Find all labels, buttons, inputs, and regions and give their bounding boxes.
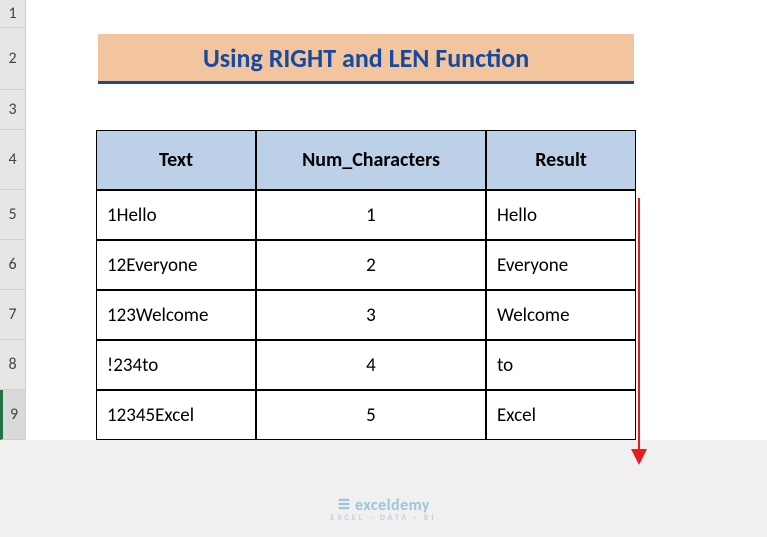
table-cell-text[interactable]: 12Everyone <box>96 240 256 290</box>
cell[interactable] <box>26 290 96 340</box>
row-header[interactable]: 5 <box>0 190 26 240</box>
watermark-tagline: EXCEL · DATA · BI <box>0 513 767 523</box>
cell[interactable] <box>96 0 256 28</box>
watermark: exceldemy EXCEL · DATA · BI <box>0 496 767 523</box>
cell[interactable] <box>256 90 486 130</box>
table-cell-result[interactable]: to <box>486 340 636 390</box>
row-header-selected[interactable]: 9 <box>0 390 26 440</box>
col-header-text[interactable]: Text <box>96 130 256 190</box>
cell[interactable] <box>256 0 486 28</box>
col-header-num[interactable]: Num_Characters <box>256 130 486 190</box>
row-header[interactable]: 1 <box>0 0 26 28</box>
table-cell-text[interactable]: 12345Excel <box>96 390 256 440</box>
row-header[interactable]: 6 <box>0 240 26 290</box>
row-header[interactable]: 3 <box>0 90 26 130</box>
autofill-arrow-icon <box>638 198 640 463</box>
cell[interactable] <box>636 90 716 130</box>
table-cell-result[interactable]: Everyone <box>486 240 636 290</box>
spreadsheet-grid: 1 2 3 4 5 6 7 8 9 Using RIGHT and LEN Fu… <box>0 0 767 440</box>
table-cell-text[interactable]: 123Welcome <box>96 290 256 340</box>
cell[interactable] <box>26 130 96 190</box>
page-title: Using RIGHT and LEN Function <box>98 34 634 84</box>
table-cell-num[interactable]: 5 <box>256 390 486 440</box>
table-cell-num[interactable]: 4 <box>256 340 486 390</box>
cell[interactable] <box>26 390 96 440</box>
cell[interactable] <box>636 290 716 340</box>
cell[interactable] <box>636 340 716 390</box>
table-cell-result[interactable]: Hello <box>486 190 636 240</box>
brand-logo-icon <box>337 497 351 511</box>
cell[interactable] <box>26 340 96 390</box>
row-header[interactable]: 2 <box>0 28 26 90</box>
cell[interactable] <box>636 130 716 190</box>
table-cell-result[interactable]: Welcome <box>486 290 636 340</box>
cell[interactable] <box>26 190 96 240</box>
table-cell-num[interactable]: 2 <box>256 240 486 290</box>
table-cell-num[interactable]: 3 <box>256 290 486 340</box>
col-header-result[interactable]: Result <box>486 130 636 190</box>
cell[interactable] <box>96 90 256 130</box>
cell[interactable] <box>26 240 96 290</box>
cell[interactable] <box>26 90 96 130</box>
table-cell-text[interactable]: !234to <box>96 340 256 390</box>
cell[interactable] <box>636 190 716 240</box>
cell[interactable] <box>26 28 96 90</box>
row-header[interactable]: 4 <box>0 130 26 190</box>
cell[interactable] <box>636 0 716 28</box>
cell[interactable] <box>636 28 716 90</box>
table-cell-result[interactable]: Excel <box>486 390 636 440</box>
row-header[interactable]: 8 <box>0 340 26 390</box>
cell[interactable] <box>636 390 716 440</box>
cell[interactable] <box>636 240 716 290</box>
table-cell-num[interactable]: 1 <box>256 190 486 240</box>
row-header[interactable]: 7 <box>0 290 26 340</box>
cell[interactable] <box>486 90 636 130</box>
cell[interactable] <box>486 0 636 28</box>
table-cell-text[interactable]: 1Hello <box>96 190 256 240</box>
cell[interactable] <box>26 0 96 28</box>
